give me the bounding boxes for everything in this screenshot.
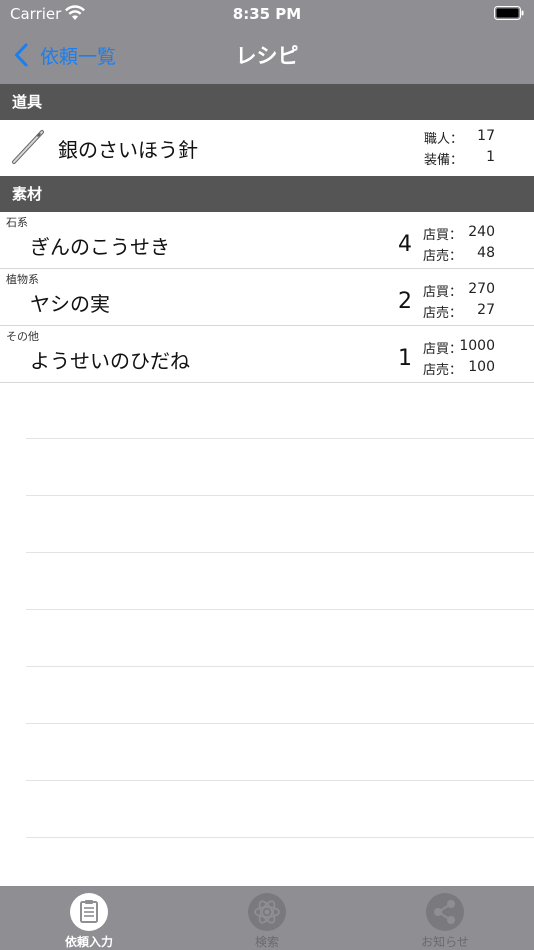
share-icon [426, 893, 464, 931]
sell-price: 48 [477, 245, 495, 261]
tool-row[interactable]: 銀のさいほう針 職人： 17 装備： 1 [0, 120, 534, 176]
section-header-materials: 素材 [0, 176, 534, 212]
sell-price: 100 [468, 359, 495, 375]
empty-row-divider [26, 837, 534, 838]
status-bar: Carrier 8:35 PM [0, 0, 534, 28]
empty-row-divider [26, 495, 534, 496]
material-quantity: 1 [398, 346, 412, 371]
tab-label: 依頼入力 [64, 935, 113, 949]
material-name: ようせいのひだね [30, 349, 190, 373]
empty-row-divider [26, 723, 534, 724]
tab-label: お知らせ [421, 935, 469, 949]
empty-row-divider [26, 666, 534, 667]
buy-price: 270 [468, 281, 495, 297]
clipboard-icon [70, 893, 108, 931]
row-divider [0, 382, 534, 383]
material-category: その他 [6, 330, 39, 343]
navigation-bar: 依頼一覧 レシピ [0, 28, 534, 84]
empty-row-divider [26, 438, 534, 439]
material-category: 石系 [6, 216, 28, 229]
buy-price: 240 [468, 224, 495, 240]
tab-search[interactable]: 検索 [178, 886, 356, 950]
material-quantity: 2 [398, 289, 412, 314]
tool-stat-value: 1 [486, 149, 495, 165]
tab-request-input[interactable]: 依頼入力 [0, 886, 178, 950]
battery-icon [494, 6, 524, 20]
tab-bar: 依頼入力 検索 お知らせ [0, 886, 534, 950]
material-name: ヤシの実 [30, 292, 110, 316]
tool-name: 銀のさいほう針 [58, 138, 198, 162]
tab-notifications[interactable]: お知らせ [356, 886, 534, 950]
material-row[interactable]: その他 ようせいのひだね 1 店買： 1000 店売： 100 [0, 326, 534, 382]
material-name: ぎんのこうせき [30, 235, 170, 259]
needle-icon [12, 130, 44, 164]
empty-row-divider [26, 552, 534, 553]
tab-label: 検索 [254, 935, 279, 949]
status-time: 8:35 PM [232, 5, 302, 23]
material-row[interactable]: 石系 ぎんのこうせき 4 店買： 240 店売： 48 [0, 212, 534, 268]
page-title: レシピ [235, 44, 299, 68]
material-quantity: 4 [398, 232, 412, 257]
top-bar: Carrier 8:35 PM 依頼一覧 レシピ [0, 0, 534, 84]
section-header-tools: 道具 [0, 84, 534, 120]
atom-icon [248, 893, 286, 931]
sell-price: 27 [477, 302, 495, 318]
material-category: 植物系 [6, 273, 39, 286]
empty-row-divider [26, 780, 534, 781]
buy-price: 1000 [459, 338, 495, 354]
material-row[interactable]: 植物系 ヤシの実 2 店買： 270 店売： 27 [0, 269, 534, 325]
app-screen: Carrier 8:35 PM 依頼一覧 レシピ 道具 銀のさいほう針 職人： … [0, 0, 534, 950]
empty-row-divider [26, 609, 534, 610]
tool-stat-value: 17 [477, 128, 495, 144]
